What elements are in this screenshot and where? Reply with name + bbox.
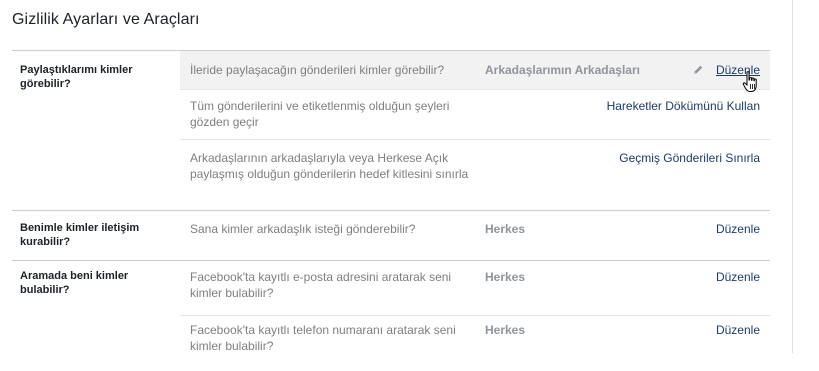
row-question: Tüm gönderilerini ve etiketlenmiş olduğu… [190, 99, 450, 129]
section-label: Benimle kimler iletişim kurabilir? [20, 222, 140, 248]
row-value: Herkes [485, 323, 526, 337]
settings-row-phone-lookup: Facebook'ta kayıtlı telefon numaranı ara… [180, 315, 770, 371]
edit-email-lookup-link[interactable]: Düzenle [716, 269, 760, 285]
section-rows: Sana kimler arkadaşlık isteği gönderebil… [180, 211, 770, 260]
edit-phone-lookup-link[interactable]: Düzenle [716, 322, 760, 338]
settings-row-friend-requests: Sana kimler arkadaşlık isteği gönderebil… [180, 211, 770, 259]
section-label: Aramada beni kimler bulabilir? [20, 270, 129, 296]
row-question: Arkadaşlarının arkadaşlarıyla veya Herke… [190, 151, 469, 181]
section-who-can-find: Aramada beni kimler bulabilir? Facebook'… [12, 261, 770, 371]
page-title: Gizlilik Ayarları ve Araçları [12, 11, 200, 28]
settings-row-limit-past-posts: Arkadaşlarının arkadaşlarıyla veya Herke… [180, 139, 770, 210]
row-value: Herkes [485, 222, 526, 236]
row-value: Arkadaşlarımın Arkadaşları [485, 63, 640, 77]
section-label: Paylaştıklarımı kimler görebilir? [20, 64, 133, 90]
row-value: Herkes [485, 270, 526, 284]
privacy-settings-table: Paylaştıklarımı kimler görebilir? İlerid… [12, 50, 770, 371]
section-who-can-contact: Benimle kimler iletişim kurabilir? Sana … [12, 211, 770, 261]
page-right-divider [792, 0, 793, 353]
limit-past-posts-link[interactable]: Geçmiş Gönderileri Sınırla [619, 150, 760, 166]
hand-pointer-icon [742, 71, 757, 92]
edit-friend-requests-link[interactable]: Düzenle [716, 221, 760, 237]
settings-row-review-posts: Tüm gönderilerini ve etiketlenmiş olduğu… [180, 89, 770, 139]
activity-log-link[interactable]: Hareketler Dökümünü Kullan [607, 98, 760, 114]
settings-row-email-lookup: Facebook'ta kayıtlı e-posta adresini ara… [180, 261, 770, 315]
section-rows: İleride paylaşacağın gönderileri kimler … [180, 51, 770, 210]
settings-row-future-posts[interactable]: İleride paylaşacağın gönderileri kimler … [180, 51, 770, 89]
row-question: Facebook'ta kayıtlı e-posta adresini ara… [190, 270, 452, 300]
row-question: İleride paylaşacağın gönderileri kimler … [190, 63, 445, 77]
pencil-icon [694, 65, 703, 74]
row-question: Facebook'ta kayıtlı telefon numaranı ara… [190, 323, 456, 353]
section-who-can-see: Paylaştıklarımı kimler görebilir? İlerid… [12, 51, 770, 211]
row-question: Sana kimler arkadaşlık isteği gönderebil… [190, 222, 416, 236]
section-rows: Facebook'ta kayıtlı e-posta adresini ara… [180, 261, 770, 371]
